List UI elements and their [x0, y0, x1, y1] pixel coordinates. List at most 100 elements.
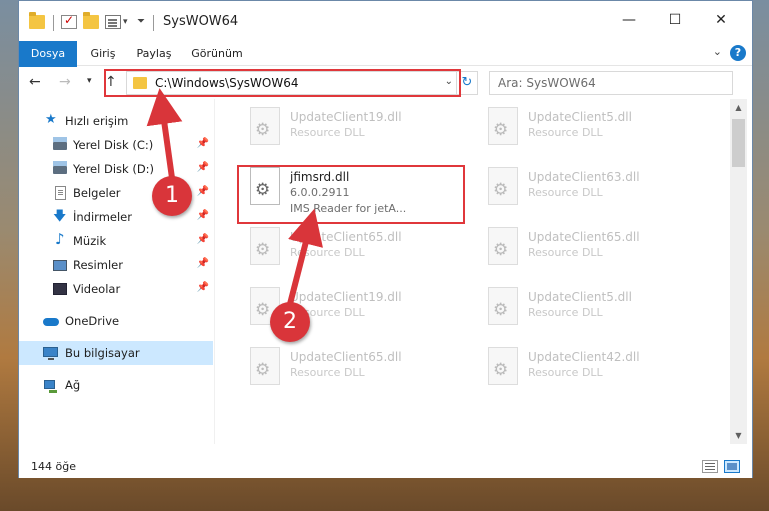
sidebar-item-network[interactable]: Ağ [19, 373, 213, 397]
scroll-up-icon[interactable]: ▲ [730, 99, 747, 116]
maximize-button[interactable]: ☐ [652, 5, 698, 35]
sidebar-item-local-disk-c[interactable]: Yerel Disk (C:) 📌 [19, 133, 213, 157]
navigation-pane: Hızlı erişim Yerel Disk (C:) 📌 Yerel Dis… [19, 99, 215, 444]
dll-file-icon [250, 347, 280, 385]
properties-icon[interactable] [105, 15, 121, 29]
sidebar-item-this-pc[interactable]: Bu bilgisayar [19, 341, 213, 365]
sidebar-item-label: Müzik [73, 234, 107, 248]
file-item[interactable]: UpdateClient5.dll Resource DLL [480, 279, 710, 337]
pin-icon: 📌 [196, 258, 209, 269]
tab-home[interactable]: Giriş [81, 41, 125, 66]
details-view-icon[interactable] [702, 460, 718, 473]
sidebar-item-label: Bu bilgisayar [65, 346, 140, 360]
sidebar-item-label: Resimler [73, 258, 123, 272]
star-icon [45, 112, 59, 128]
cloud-icon [43, 318, 59, 326]
divider [53, 15, 54, 31]
item-count: 144 öğe [31, 460, 76, 473]
search-box[interactable] [489, 71, 733, 95]
sidebar-item-music[interactable]: Müzik 📌 [19, 229, 213, 253]
folder-icon [29, 12, 45, 29]
chevron-down-icon[interactable]: ⌄ [713, 45, 722, 58]
file-item[interactable]: UpdateClient65.dll Resource DLL [242, 339, 472, 397]
dll-file-icon [488, 347, 518, 385]
sidebar-item-pictures[interactable]: Resimler 📌 [19, 253, 213, 277]
file-type: Resource DLL [290, 126, 365, 139]
file-type: Resource DLL [528, 186, 603, 199]
pin-icon: 📌 [196, 234, 209, 245]
sidebar-item-local-disk-d[interactable]: Yerel Disk (D:) 📌 [19, 157, 213, 181]
file-item[interactable]: UpdateClient65.dll Resource DLL [480, 219, 710, 277]
search-input[interactable] [490, 72, 732, 94]
dll-file-icon [488, 167, 518, 205]
pin-icon: 📌 [196, 282, 209, 293]
scroll-down-icon[interactable]: ▼ [730, 427, 747, 444]
file-item[interactable]: UpdateClient5.dll Resource DLL [480, 99, 710, 157]
status-bar: 144 öğe [19, 456, 752, 478]
scroll-thumb[interactable] [732, 119, 745, 167]
computer-icon [43, 347, 58, 360]
tab-share[interactable]: Paylaş [129, 41, 179, 66]
title-bar: ▾ ⏷ SysWOW64 — ☐ ✕ [19, 1, 752, 41]
properties-check-icon[interactable] [61, 13, 77, 29]
file-item[interactable]: UpdateClient42.dll Resource DLL [480, 339, 710, 397]
sidebar-item-label: Belgeler [73, 186, 121, 200]
pin-icon: 📌 [196, 138, 209, 149]
file-item[interactable]: UpdateClient63.dll Resource DLL [480, 159, 710, 217]
dll-file-icon [488, 227, 518, 265]
file-name: UpdateClient19.dll [290, 290, 402, 304]
recent-locations-icon[interactable]: ▾ [87, 76, 92, 86]
large-icons-view-icon[interactable] [724, 460, 740, 473]
sidebar-item-label: Videolar [73, 282, 121, 296]
window-title: SysWOW64 [163, 14, 239, 29]
file-name: UpdateClient65.dll [528, 230, 640, 244]
download-icon [53, 207, 67, 229]
pin-icon: 📌 [196, 210, 209, 221]
step-one-badge: 1 [152, 176, 192, 216]
ribbon: Dosya Giriş Paylaş Görünüm ⌄ ? [19, 41, 752, 99]
disk-icon [53, 137, 67, 150]
tab-view[interactable]: Görünüm [185, 41, 249, 66]
customize-toolbar-icon[interactable]: ⏷ [137, 16, 145, 27]
file-name: UpdateClient63.dll [528, 170, 640, 184]
dll-file-icon [250, 227, 280, 265]
pin-icon: 📌 [196, 162, 209, 173]
sidebar-item-videos[interactable]: Videolar 📌 [19, 277, 213, 301]
file-name: UpdateClient65.dll [290, 230, 402, 244]
dll-file-icon [488, 107, 518, 145]
chevron-down-icon[interactable]: ▾ [123, 17, 128, 27]
video-icon [53, 283, 67, 295]
network-icon [44, 380, 57, 393]
file-type: Resource DLL [528, 366, 603, 379]
file-item[interactable]: UpdateClient19.dll Resource DLL [242, 99, 472, 157]
divider [153, 15, 154, 31]
file-list: UpdateClient19.dll Resource DLL UpdateCl… [216, 99, 730, 444]
close-button[interactable]: ✕ [698, 5, 744, 35]
pictures-icon [53, 260, 67, 271]
file-type: Resource DLL [290, 366, 365, 379]
disk-icon [53, 161, 67, 174]
music-icon [53, 230, 67, 248]
back-arrow-icon[interactable]: ← [29, 74, 41, 90]
address-bar-highlight [104, 69, 461, 97]
sidebar-item-quick-access[interactable]: Hızlı erişim [19, 109, 213, 133]
file-type: Resource DLL [528, 126, 603, 139]
sidebar-item-label: Yerel Disk (C:) [73, 138, 154, 152]
minimize-button[interactable]: — [606, 5, 652, 35]
sidebar-item-onedrive[interactable]: OneDrive [19, 309, 213, 333]
file-type: Resource DLL [528, 306, 603, 319]
file-highlight [237, 165, 465, 224]
new-folder-icon[interactable] [83, 12, 99, 29]
file-type: Resource DLL [290, 246, 365, 259]
sidebar-item-label: Yerel Disk (D:) [73, 162, 155, 176]
file-item[interactable]: UpdateClient65.dll Resource DLL [242, 219, 472, 277]
pin-icon: 📌 [196, 186, 209, 197]
help-icon[interactable]: ? [730, 45, 746, 61]
file-name: UpdateClient42.dll [528, 350, 640, 364]
file-name: UpdateClient5.dll [528, 290, 632, 304]
forward-arrow-icon[interactable]: → [59, 74, 71, 90]
sidebar-item-label: Ağ [65, 378, 81, 392]
step-two-badge: 2 [270, 302, 310, 342]
vertical-scrollbar[interactable]: ▲ ▼ [730, 99, 747, 444]
file-type: Resource DLL [528, 246, 603, 259]
